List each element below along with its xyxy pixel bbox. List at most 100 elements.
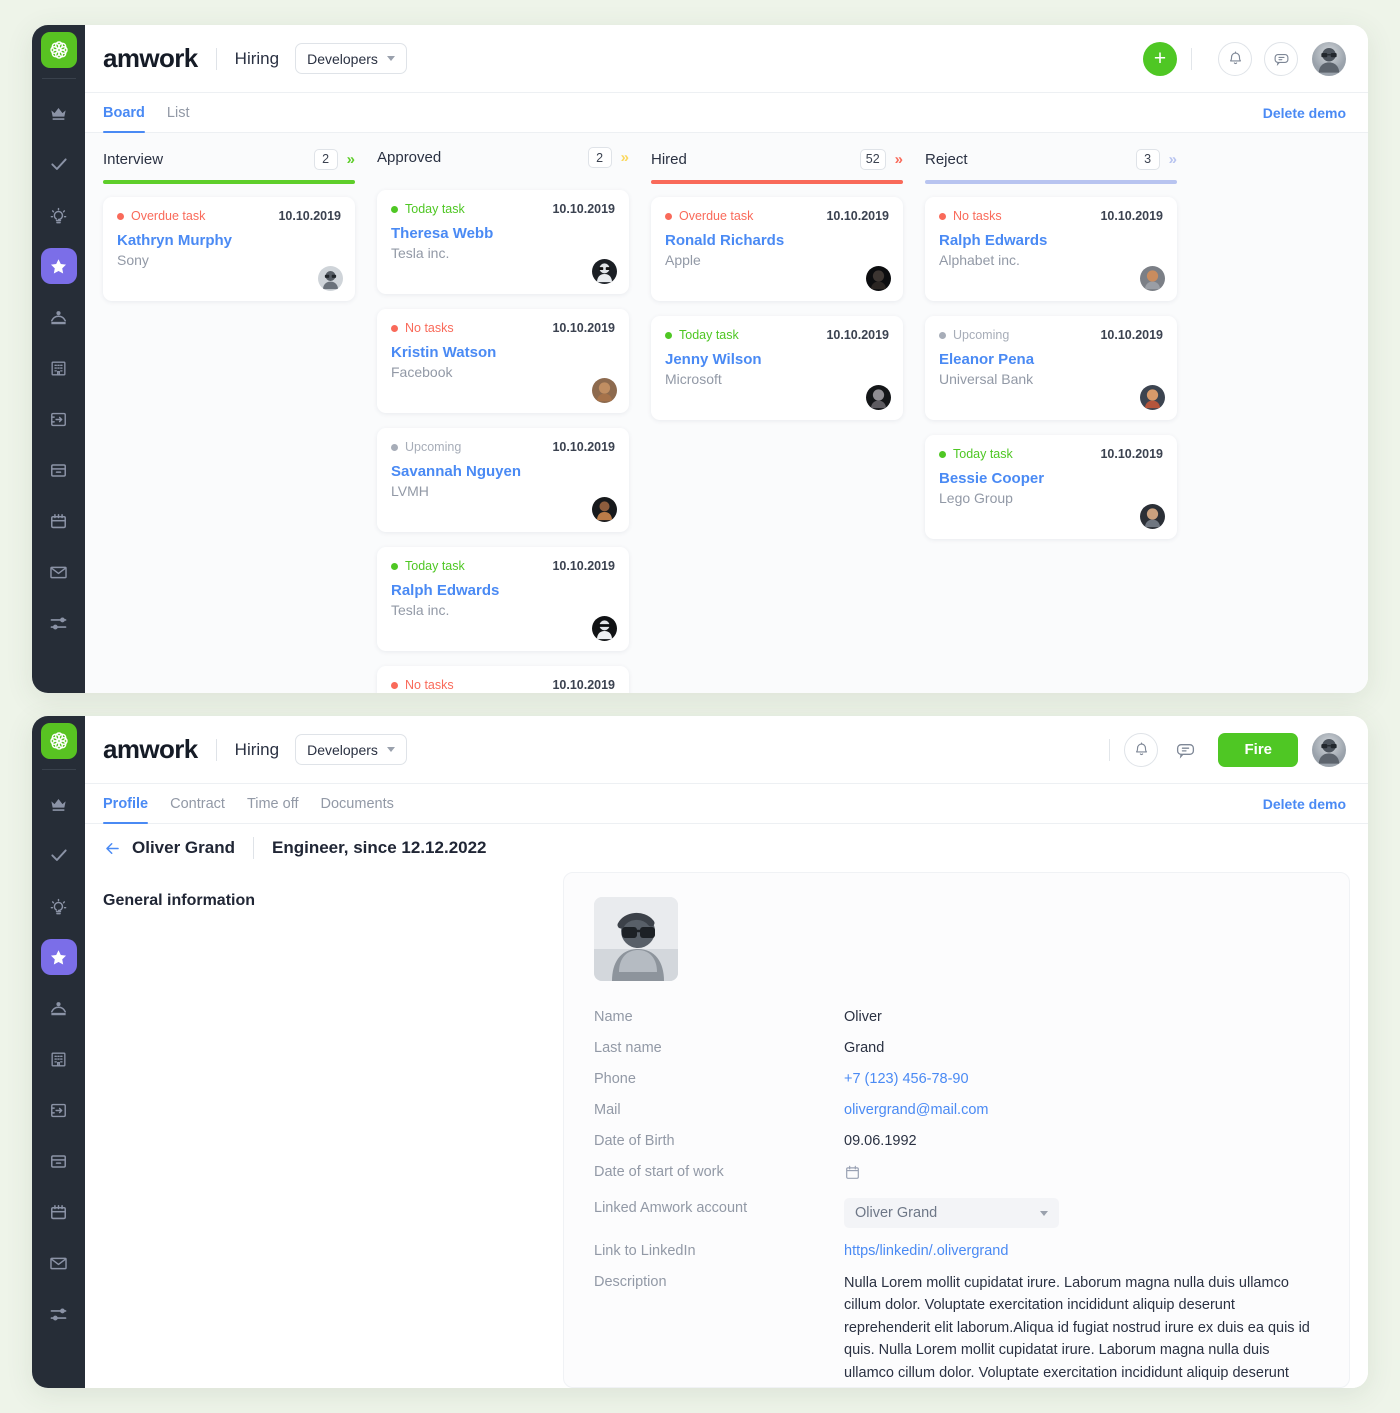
sidebar-item-calendar[interactable] <box>41 1194 77 1230</box>
linked-account-select[interactable]: Oliver Grand <box>844 1198 1059 1228</box>
card-avatar[interactable] <box>592 497 617 522</box>
chevron-double-right-icon[interactable]: » <box>895 152 903 167</box>
card-candidate-name[interactable]: Savannah Nguyen <box>391 463 615 480</box>
chat-icon[interactable] <box>1264 41 1298 76</box>
tab-profile[interactable]: Profile <box>103 784 149 824</box>
user-avatar[interactable] <box>1312 732 1346 767</box>
candidate-card[interactable]: Today task 10.10.2019 Theresa Webb Tesla… <box>377 190 629 294</box>
field-value-mail-link[interactable]: olivergrand@mail.com <box>844 1100 988 1118</box>
card-avatar[interactable] <box>318 266 343 291</box>
sidebar-item-check[interactable] <box>41 837 77 873</box>
sidebar-item-lightbulb[interactable] <box>41 197 77 233</box>
sidebar-item-check[interactable] <box>41 146 77 182</box>
card-candidate-name[interactable]: Bessie Cooper <box>939 470 1163 487</box>
delete-demo-link[interactable]: Delete demo <box>1263 93 1346 132</box>
sidebar-item-archive[interactable] <box>41 1143 77 1179</box>
tab-list[interactable]: List <box>167 93 190 132</box>
sidebar-item-crown[interactable] <box>41 95 77 131</box>
column-title: Interview <box>103 150 164 168</box>
chevron-double-right-icon[interactable]: » <box>347 152 355 167</box>
card-candidate-name[interactable]: Kathryn Murphy <box>117 232 341 249</box>
card-candidate-name[interactable]: Kristin Watson <box>391 344 615 361</box>
field-value-linkedin-link[interactable]: https/linkedin/.olivergrand <box>844 1241 1008 1259</box>
bell-icon[interactable] <box>1124 732 1159 767</box>
field-value[interactable]: 09.06.1992 <box>844 1131 917 1149</box>
tab-board[interactable]: Board <box>103 93 145 133</box>
sidebar-item-inbox-import[interactable] <box>41 401 77 437</box>
card-avatar[interactable] <box>1140 266 1165 291</box>
field-value-description[interactable]: Nulla Lorem mollit cupidatat irure. Labo… <box>844 1272 1319 1388</box>
candidate-card[interactable]: Upcoming 10.10.2019 Eleanor Pena Univers… <box>925 316 1177 420</box>
field-value-phone-link[interactable]: +7 (123) 456-78-90 <box>844 1069 969 1087</box>
profile-left-column: General information <box>103 872 543 1388</box>
card-date: 10.10.2019 <box>552 440 615 454</box>
card-candidate-name[interactable]: Ralph Edwards <box>939 232 1163 249</box>
employee-photo[interactable] <box>594 897 678 981</box>
card-candidate-name[interactable]: Ronald Richards <box>665 232 889 249</box>
tab-board-label: Board <box>103 104 145 121</box>
sidebar-item-building[interactable] <box>41 1041 77 1077</box>
bell-icon[interactable] <box>1218 41 1252 76</box>
card-company: Microsoft <box>665 371 722 387</box>
candidate-card[interactable]: Overdue task 10.10.2019 Ronald Richards … <box>651 197 903 301</box>
candidate-card[interactable]: Overdue task 10.10.2019 Kathryn Murphy S… <box>103 197 355 301</box>
candidate-card[interactable]: No tasks 10.10.2019 <box>377 666 629 693</box>
sidebar-item-lightbulb[interactable] <box>41 888 77 924</box>
card-avatar[interactable] <box>592 616 617 641</box>
candidate-card[interactable]: No tasks 10.10.2019 Ralph Edwards Alphab… <box>925 197 1177 301</box>
card-avatar[interactable] <box>1140 504 1165 529</box>
arrow-left-icon[interactable] <box>103 839 122 858</box>
field-mail: Mail olivergrand@mail.com <box>594 1100 1319 1118</box>
candidate-card[interactable]: Today task 10.10.2019 Ralph Edwards Tesl… <box>377 547 629 651</box>
user-avatar[interactable] <box>1312 41 1346 76</box>
tab-contract[interactable]: Contract <box>170 784 225 823</box>
candidate-card[interactable]: Today task 10.10.2019 Jenny Wilson Micro… <box>651 316 903 420</box>
sidebar-item-inbox-import[interactable] <box>41 1092 77 1128</box>
sidebar-item-building[interactable] <box>41 350 77 386</box>
field-label: Date of start of work <box>594 1164 724 1180</box>
workspace-selector[interactable]: Developers <box>295 43 407 74</box>
employee-name[interactable]: Oliver Grand <box>132 838 235 858</box>
workspace-selector-label: Developers <box>307 50 378 67</box>
card-candidate-name[interactable]: Jenny Wilson <box>665 351 889 368</box>
field-value[interactable]: Oliver <box>844 1007 882 1025</box>
candidate-card[interactable]: Upcoming 10.10.2019 Savannah Nguyen LVMH <box>377 428 629 532</box>
delete-demo-link[interactable]: Delete demo <box>1263 784 1346 823</box>
header-divider-2 <box>1191 47 1192 70</box>
field-value[interactable]: Grand <box>844 1038 884 1056</box>
card-avatar[interactable] <box>866 385 891 410</box>
candidate-card[interactable]: No tasks 10.10.2019 Kristin Watson Faceb… <box>377 309 629 413</box>
fire-button[interactable]: Fire <box>1218 732 1298 767</box>
amwork-flower-logo[interactable] <box>40 32 77 68</box>
sidebar-item-favorites[interactable] <box>40 248 77 284</box>
sidebar-item-mail[interactable] <box>41 554 77 590</box>
workspace-selector[interactable]: Developers <box>295 734 407 765</box>
card-avatar[interactable] <box>592 378 617 403</box>
amwork-flower-logo[interactable] <box>40 723 77 759</box>
tab-documents[interactable]: Documents <box>321 784 394 823</box>
card-candidate-name[interactable]: Theresa Webb <box>391 225 615 242</box>
tab-time-off[interactable]: Time off <box>247 784 299 823</box>
sidebar-item-sliders[interactable] <box>41 1296 77 1332</box>
chevron-double-right-icon[interactable]: » <box>621 150 629 165</box>
sidebar-item-person-card[interactable] <box>41 299 77 335</box>
sidebar-item-calendar[interactable] <box>41 503 77 539</box>
sidebar-item-archive[interactable] <box>41 452 77 488</box>
sidebar-item-crown[interactable] <box>41 786 77 822</box>
card-candidate-name[interactable]: Eleanor Pena <box>939 351 1163 368</box>
sidebar-item-favorites[interactable] <box>40 939 77 975</box>
card-candidate-name[interactable]: Ralph Edwards <box>391 582 615 599</box>
add-button[interactable]: + <box>1143 41 1177 76</box>
chevron-double-right-icon[interactable]: » <box>1169 152 1177 167</box>
card-status: Upcoming <box>953 328 1010 342</box>
header-section-title: Hiring <box>234 48 280 68</box>
sidebar-item-person-card[interactable] <box>41 990 77 1026</box>
calendar-icon[interactable] <box>844 1162 861 1185</box>
candidate-card[interactable]: Today task 10.10.2019 Bessie Cooper Lego… <box>925 435 1177 539</box>
chat-icon[interactable] <box>1168 733 1202 767</box>
card-avatar[interactable] <box>866 266 891 291</box>
sidebar-item-mail[interactable] <box>41 1245 77 1281</box>
card-avatar[interactable] <box>592 259 617 284</box>
sidebar-item-sliders[interactable] <box>41 605 77 641</box>
card-avatar[interactable] <box>1140 385 1165 410</box>
